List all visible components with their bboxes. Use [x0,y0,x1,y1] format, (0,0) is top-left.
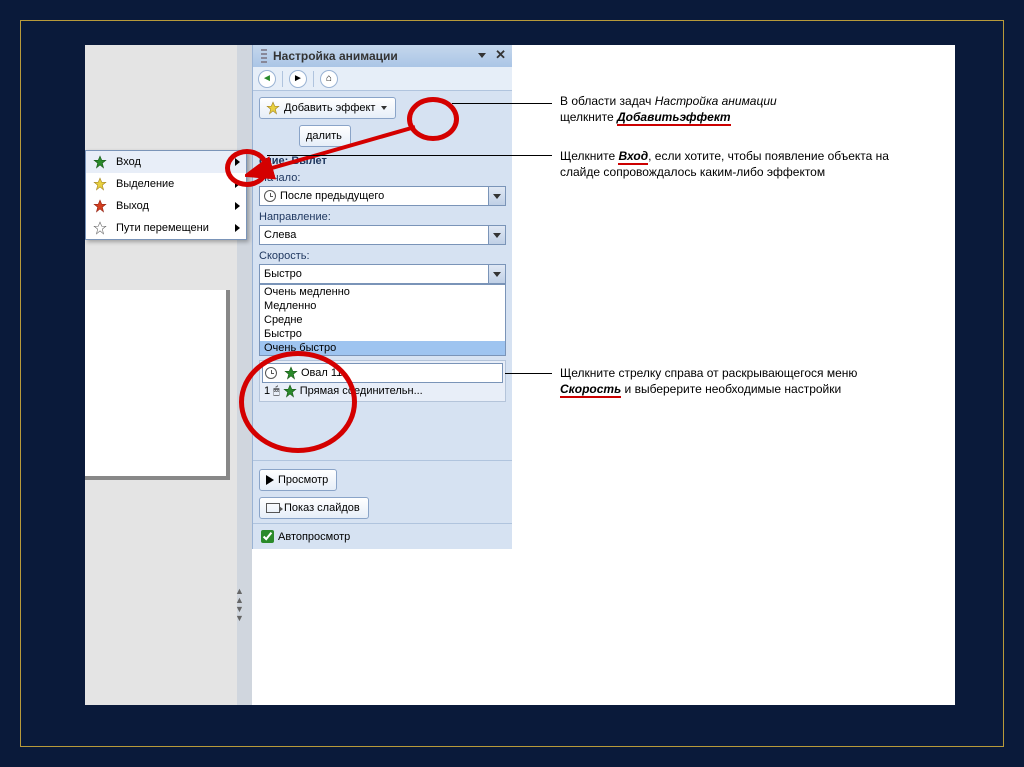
effect-context-menu: Вход Выделение Выход Пути перемещени [85,150,247,240]
annotation-2: Щелкните Вход, если хотите, чтобы появле… [560,148,920,180]
menu-item-emphasis[interactable]: Выделение [86,173,246,195]
menu-label: Вход [116,156,141,168]
forward-icon[interactable]: ► [289,70,307,88]
leader-line [267,155,552,156]
clock-icon [264,190,276,202]
slide-thumbnail [85,290,230,480]
preview-button[interactable]: Просмотр [259,469,337,491]
speed-option[interactable]: Очень медленно [260,285,505,299]
star-icon [93,155,107,169]
menu-label: Пути перемещени [116,222,209,234]
speed-listbox[interactable]: Очень медленно Медленно Средне Быстро Оч… [259,284,506,356]
start-value: После предыдущего [280,190,384,202]
close-icon[interactable]: ✕ [495,47,506,63]
leader-line [452,103,552,104]
separator [282,71,283,87]
back-icon[interactable]: ◄ [258,70,276,88]
speed-option[interactable]: Быстро [260,327,505,341]
chevron-down-icon[interactable] [488,226,505,244]
menu-label: Выделение [116,178,174,190]
slideshow-button[interactable]: Показ слайдов [259,497,369,519]
star-icon [266,101,280,115]
pane-title-text: Настройка анимации [273,49,398,63]
chevron-right-icon [235,202,240,210]
menu-item-entrance[interactable]: Вход [86,151,246,173]
menu-label: Выход [116,200,149,212]
speed-option[interactable]: Средне [260,313,505,327]
projector-icon [266,503,280,513]
reorder-chevrons[interactable]: ▲▲▼▼ [235,587,244,622]
autopreview-checkbox[interactable] [261,530,274,543]
nav-row: ◄ ► ⌂ [253,67,512,91]
bottom-buttons: Просмотр Показ слайдов [253,460,512,523]
menu-item-exit[interactable]: Выход [86,195,246,217]
annotation-3: Щелкните стрелку справа от раскрывающего… [560,365,920,397]
red-highlight-circle [239,351,357,453]
home-icon[interactable]: ⌂ [320,70,338,88]
speed-label: Скорость: [259,250,506,262]
speed-select[interactable]: Быстро [259,264,506,284]
speed-value: Быстро [264,268,302,280]
slideshow-label: Показ слайдов [284,502,360,514]
direction-value: Слева [264,229,296,241]
direction-select[interactable]: Слева [259,225,506,245]
pane-titlebar: Настройка анимации ✕ [253,45,512,67]
separator [313,71,314,87]
speed-option[interactable]: Медленно [260,299,505,313]
red-arrow [245,115,425,185]
start-select[interactable]: После предыдущего [259,186,506,206]
chevron-down-icon[interactable] [483,365,500,381]
chevron-down-icon[interactable] [488,265,505,283]
autopreview-row: Автопросмотр [253,523,512,549]
menu-item-motion-paths[interactable]: Пути перемещени [86,217,246,239]
preview-label: Просмотр [278,474,328,486]
star-icon [93,199,107,213]
chevron-right-icon [235,224,240,232]
content: Настройка анимации ✕ ◄ ► ⌂ Добавить эффе… [85,45,955,705]
grip-icon [261,49,267,63]
star-icon [93,177,107,191]
play-icon [266,475,274,485]
chevron-down-icon[interactable] [488,187,505,205]
leader-line [505,373,552,374]
annotation-1: В области задач Настройка анимации щелкн… [560,93,900,125]
autopreview-label: Автопросмотр [278,531,350,543]
add-effect-label: Добавить эффект [284,102,375,114]
direction-label: Направление: [259,211,506,223]
title-dropdown-icon[interactable] [478,53,486,58]
star-icon [93,221,107,235]
chevron-down-icon [381,106,387,110]
